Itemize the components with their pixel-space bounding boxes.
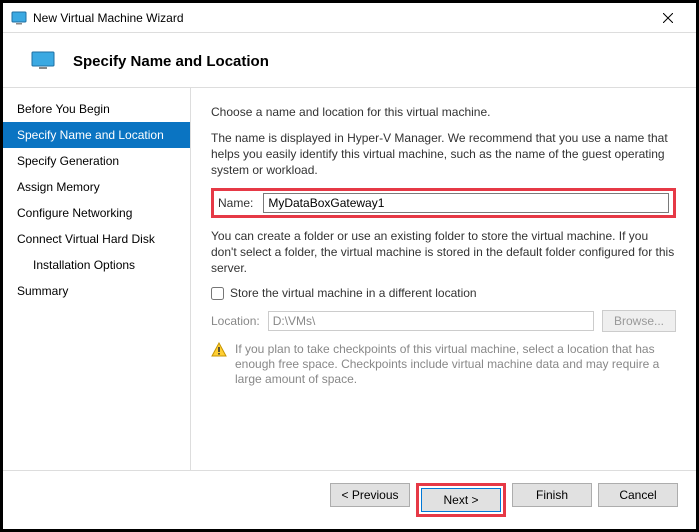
sidebar-item-label: Before You Begin (17, 102, 110, 116)
cancel-button[interactable]: Cancel (598, 483, 678, 507)
content-panel: Choose a name and location for this virt… (191, 88, 696, 470)
next-highlight: Next > (416, 483, 506, 517)
sidebar-item-label: Connect Virtual Hard Disk (17, 232, 155, 246)
store-location-label: Store the virtual machine in a different… (230, 286, 477, 300)
warning-text: If you plan to take checkpoints of this … (235, 342, 676, 387)
name-row: Name: (211, 188, 676, 218)
sidebar-item-label: Configure Networking (17, 206, 132, 220)
wizard-header: Specify Name and Location (3, 33, 696, 88)
sidebar-item-before-you-begin[interactable]: Before You Begin (3, 96, 190, 122)
sidebar-item-configure-networking[interactable]: Configure Networking (3, 200, 190, 226)
app-icon (11, 10, 27, 26)
description-text: The name is displayed in Hyper-V Manager… (211, 130, 676, 178)
sidebar-item-label: Assign Memory (17, 180, 100, 194)
sidebar: Before You Begin Specify Name and Locati… (3, 88, 191, 470)
intro-text: Choose a name and location for this virt… (211, 104, 676, 120)
sidebar-item-connect-virtual-hard-disk[interactable]: Connect Virtual Hard Disk (3, 226, 190, 252)
window-title: New Virtual Machine Wizard (33, 11, 648, 25)
sidebar-item-label: Specify Name and Location (17, 128, 164, 142)
footer: < Previous Next > Finish Cancel (3, 470, 696, 529)
finish-button[interactable]: Finish (512, 483, 592, 507)
page-title: Specify Name and Location (73, 53, 269, 70)
warning-icon (211, 342, 227, 358)
location-input (268, 311, 594, 331)
location-label: Location: (211, 314, 260, 328)
previous-button[interactable]: < Previous (330, 483, 410, 507)
sidebar-item-label: Summary (17, 284, 68, 298)
browse-button: Browse... (602, 310, 676, 332)
sidebar-item-specify-name-location[interactable]: Specify Name and Location (3, 122, 190, 148)
folder-text: You can create a folder or use an existi… (211, 228, 676, 276)
monitor-icon (31, 51, 55, 71)
store-location-checkbox[interactable] (211, 287, 224, 300)
sidebar-item-specify-generation[interactable]: Specify Generation (3, 148, 190, 174)
next-button[interactable]: Next > (421, 488, 501, 512)
wizard-body: Before You Begin Specify Name and Locati… (3, 88, 696, 470)
close-icon (663, 13, 673, 23)
close-button[interactable] (648, 3, 688, 32)
warning-row: If you plan to take checkpoints of this … (211, 342, 676, 387)
sidebar-item-assign-memory[interactable]: Assign Memory (3, 174, 190, 200)
sidebar-item-installation-options[interactable]: Installation Options (3, 252, 190, 278)
sidebar-item-summary[interactable]: Summary (3, 278, 190, 304)
name-label: Name: (218, 196, 253, 210)
name-input[interactable] (263, 193, 669, 213)
sidebar-item-label: Installation Options (33, 258, 135, 272)
store-location-row: Store the virtual machine in a different… (211, 286, 676, 300)
sidebar-item-label: Specify Generation (17, 154, 119, 168)
titlebar: New Virtual Machine Wizard (3, 3, 696, 33)
location-row: Location: Browse... (211, 310, 676, 332)
